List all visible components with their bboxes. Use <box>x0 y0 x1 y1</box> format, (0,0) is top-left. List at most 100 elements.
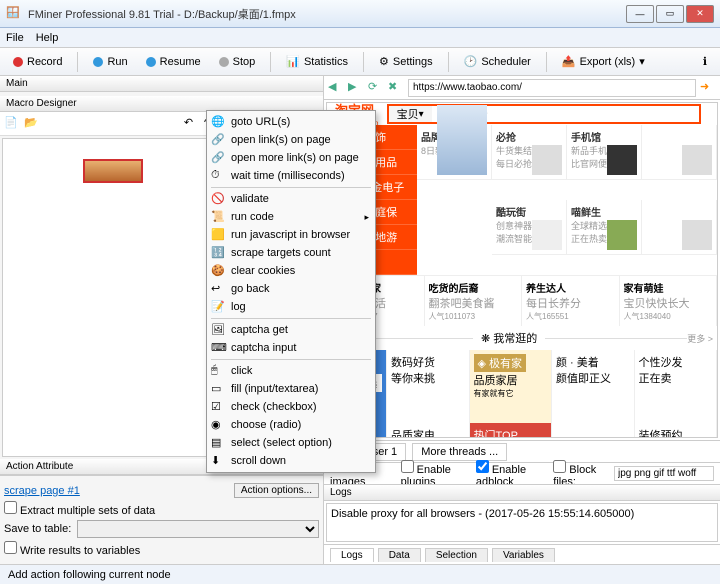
promo-cell[interactable]: 喵鲜生全球精选生鲜正在热卖 <box>567 200 642 255</box>
resume-button[interactable]: Resume <box>139 53 208 71</box>
count-icon: 🔢 <box>211 246 225 260</box>
mi-fill[interactable]: ▭fill (input/textarea) <box>207 380 375 398</box>
url-input[interactable] <box>408 79 696 97</box>
minimize-button[interactable]: — <box>626 5 654 23</box>
mi-click[interactable]: 🖱click <box>207 362 375 380</box>
mid-card[interactable]: 养生达人每日长养分人气165551 <box>522 276 620 326</box>
window-title: FMiner Professional 9.81 Trial - D:/Back… <box>28 6 626 22</box>
context-menu: 🌐goto URL(s) 🔗open link(s) on page 🔗open… <box>206 110 376 473</box>
mi-open-links[interactable]: 🔗open link(s) on page <box>207 131 375 149</box>
guang-cell[interactable]: ◈ 极有家品质家居有家就有它 <box>470 350 553 423</box>
tab-variables[interactable]: Variables <box>492 548 555 562</box>
clock-icon: 🕑 <box>464 55 478 68</box>
image-icon: 🖼 <box>211 323 225 337</box>
guang-cell[interactable]: 装修预约帮你设计 <box>635 423 718 438</box>
menu-help[interactable]: Help <box>36 32 59 44</box>
mi-wait-time[interactable]: ⏱wait time (milliseconds) <box>207 167 375 185</box>
promo-cell[interactable] <box>642 200 717 255</box>
maximize-button[interactable]: ▭ <box>656 5 684 23</box>
mi-run-js[interactable]: 🟨run javascript in browser <box>207 226 375 244</box>
log-line: Disable proxy for all browsers - (2017-0… <box>331 508 713 520</box>
logs-tabs: Logs Data Selection Variables <box>324 544 720 564</box>
mi-check[interactable]: ☑check (checkbox) <box>207 398 375 416</box>
record-button[interactable]: Record <box>6 53 69 71</box>
mi-choose[interactable]: ◉choose (radio) <box>207 416 375 434</box>
nav-back-icon[interactable]: ◀ <box>328 80 344 96</box>
clock-icon: ⏱ <box>211 169 225 183</box>
dropdown-icon: ▾ <box>639 55 645 68</box>
guang-cell[interactable]: 颜 · 美着颜值即正义 <box>552 350 635 423</box>
cookie-icon: 🍪 <box>211 264 225 278</box>
logs-body[interactable]: Disable proxy for all browsers - (2017-0… <box>326 503 718 542</box>
guang-cell[interactable]: 个性沙发正在卖 <box>635 350 718 423</box>
extract-multi-checkbox[interactable]: Extract multiple sets of data <box>4 501 155 517</box>
code-icon: 📜 <box>211 210 225 224</box>
globe-icon: 🌐 <box>211 115 225 129</box>
scrape-node[interactable] <box>83 159 143 183</box>
nav-reload-icon[interactable]: ⟳ <box>368 80 384 96</box>
app-icon: 🪟 <box>6 6 22 22</box>
action-options-button[interactable]: Action options... <box>234 483 319 498</box>
ban-icon: 🚫 <box>211 192 225 206</box>
mi-goto-url[interactable]: 🌐goto URL(s) <box>207 113 375 131</box>
promo-cell[interactable]: 手机馆新品手机比官网便宜 <box>567 125 642 180</box>
guang-more[interactable]: 更多 > <box>687 332 713 345</box>
mid-card[interactable]: 吃货的后裔翻茶吧美食酱人气1011073 <box>425 276 523 326</box>
tab-selection[interactable]: Selection <box>425 548 488 562</box>
main-toolbar: Record Run Resume Stop 📊Statistics ⚙Sett… <box>0 48 720 76</box>
right-pane: ◀ ▶ ⟳ ✖ ➜ 淘宝网 Taobao.com 宝贝 ▾ 家纺 / 家饰 <box>324 76 720 564</box>
mi-validate[interactable]: 🚫validate <box>207 190 375 208</box>
settings-button[interactable]: ⚙Settings <box>372 52 440 71</box>
back-icon: ↩ <box>211 282 225 296</box>
menu-file[interactable]: File <box>6 32 24 44</box>
checkbox-icon: ☑ <box>211 400 225 414</box>
url-bar: ◀ ▶ ⟳ ✖ ➜ <box>324 76 720 100</box>
promo-cell[interactable]: 品牌精选新品8日新品首发 <box>417 125 492 180</box>
tab-data[interactable]: Data <box>378 548 421 562</box>
mi-clear-cookies[interactable]: 🍪clear cookies <box>207 262 375 280</box>
open-project-icon[interactable]: 📂 <box>24 116 40 132</box>
write-results-checkbox[interactable]: Write results to variables <box>4 541 140 557</box>
guang-cell[interactable]: 数码好货等你来挑 <box>387 350 470 423</box>
tab-logs[interactable]: Logs <box>330 548 374 562</box>
promo-cell[interactable]: 酷玩街创意神器潮流智能 <box>492 200 567 255</box>
info-button[interactable]: ℹ <box>696 52 714 71</box>
guang-cell[interactable]: 热门TOP挂钩墙贴 <box>470 423 553 438</box>
mi-captcha-input[interactable]: ⌨captcha input <box>207 339 375 357</box>
nav-stop-icon[interactable]: ✖ <box>388 80 404 96</box>
statistics-button[interactable]: 📊Statistics <box>279 52 355 71</box>
js-icon: 🟨 <box>211 228 225 242</box>
new-project-icon[interactable]: 📄 <box>4 116 20 132</box>
save-to-table-select[interactable] <box>77 520 319 538</box>
promo-cell[interactable]: 必抢牛货集结每日必抢 <box>492 125 567 180</box>
promo-cell[interactable] <box>642 125 717 180</box>
run-button[interactable]: Run <box>86 53 134 71</box>
more-threads-button[interactable]: More threads ... <box>412 443 507 461</box>
browser-view[interactable]: 淘宝网 Taobao.com 宝贝 ▾ 家纺 / 家饰 二手车 / 用品 DIY… <box>326 102 718 438</box>
input-icon: ⌨ <box>211 341 225 355</box>
mi-scroll-down[interactable]: ⬇scroll down <box>207 452 375 470</box>
link-icon: 🔗 <box>211 151 225 165</box>
guang-cell[interactable]: 品质家电生活有你 <box>387 423 470 438</box>
mi-go-back[interactable]: ↩go back <box>207 280 375 298</box>
mi-select[interactable]: ▤select (select option) <box>207 434 375 452</box>
scheduler-button[interactable]: 🕑Scheduler <box>457 52 538 71</box>
stop-button[interactable]: Stop <box>212 53 263 71</box>
mi-captcha-get[interactable]: 🖼captcha get <box>207 321 375 339</box>
nav-forward-icon[interactable]: ▶ <box>348 80 364 96</box>
search-category[interactable]: 宝贝 ▾ <box>389 106 432 122</box>
mi-run-code[interactable]: 📜run code <box>207 208 375 226</box>
mi-open-more-links[interactable]: 🔗open more link(s) on page <box>207 149 375 167</box>
mi-log[interactable]: 📝log <box>207 298 375 316</box>
mid-card[interactable]: 家有萌娃宝贝快快长大人气1384040 <box>620 276 718 326</box>
scrape-page-link[interactable]: scrape page #1 <box>4 485 80 497</box>
window-titlebar: 🪟 FMiner Professional 9.81 Trial - D:/Ba… <box>0 0 720 28</box>
block-files-input[interactable] <box>614 466 714 481</box>
close-button[interactable]: ✕ <box>686 5 714 23</box>
info-icon: ℹ <box>703 55 707 68</box>
undo-icon[interactable]: ↶ <box>184 116 200 132</box>
mi-scrape-targets[interactable]: 🔢scrape targets count <box>207 244 375 262</box>
nav-go-icon[interactable]: ➜ <box>700 80 716 96</box>
export-button[interactable]: 📤Export (xls) ▾ <box>555 52 652 71</box>
guang-cell[interactable] <box>552 423 635 438</box>
